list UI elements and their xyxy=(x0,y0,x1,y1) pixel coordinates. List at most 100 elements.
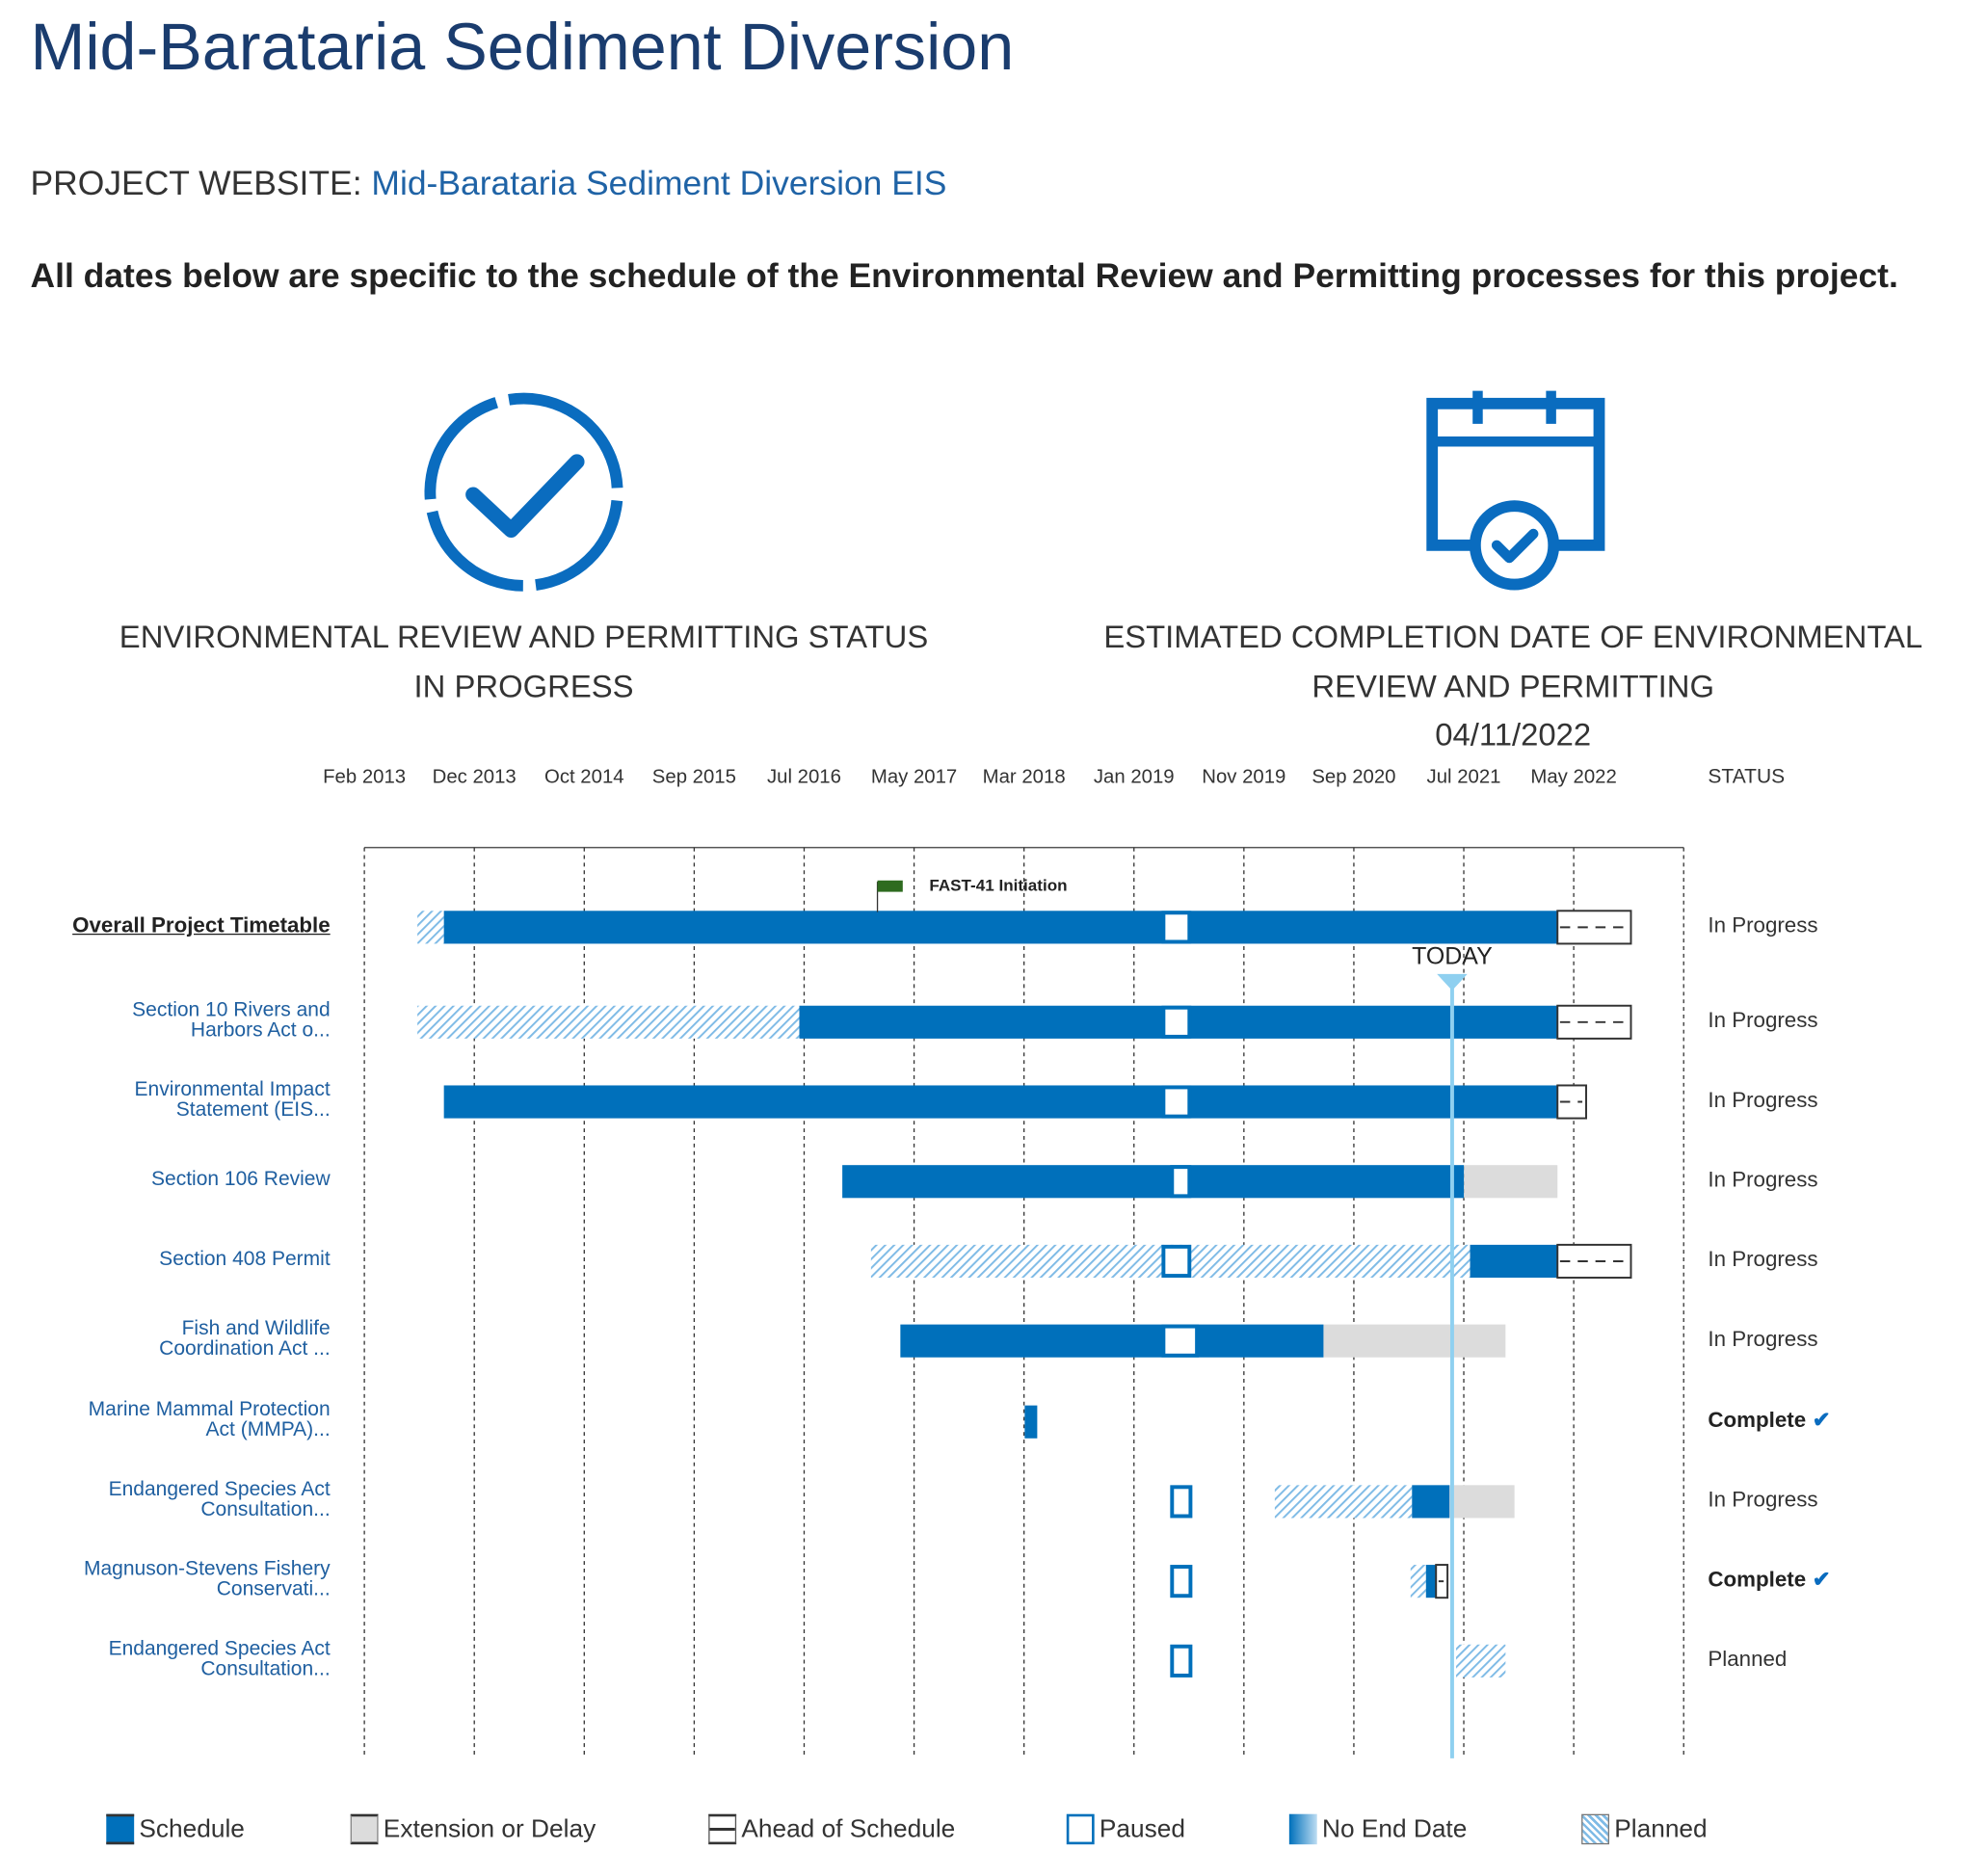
row-label-line: Act (MMPA)... xyxy=(205,1419,331,1441)
ahead-segment[interactable] xyxy=(1556,1084,1587,1120)
status-value: In Progress xyxy=(1708,1008,1818,1033)
row-label[interactable]: Endangered Species Act Consultation... xyxy=(108,1638,331,1680)
calendar-check-icon xyxy=(1426,390,1605,591)
row-label-line: Endangered Species Act xyxy=(108,1638,331,1660)
planned-segment[interactable] xyxy=(1456,1644,1506,1678)
schedule-segment[interactable] xyxy=(443,911,1558,944)
paused-segment[interactable] xyxy=(1170,1644,1193,1678)
legend-item-schedule: Schedule xyxy=(106,1813,245,1845)
status-text: Complete ✔ xyxy=(1708,1408,1830,1433)
schedule-swatch xyxy=(106,1813,135,1845)
planned-segment[interactable] xyxy=(1410,1565,1426,1599)
ahead-segment[interactable] xyxy=(1556,1004,1632,1040)
extension-segment[interactable] xyxy=(1449,1485,1515,1519)
planned-segment[interactable] xyxy=(417,911,444,944)
row-label[interactable]: Environmental Impact Statement (EIS... xyxy=(135,1080,331,1121)
legend-label: Planned xyxy=(1614,1814,1708,1843)
row-label[interactable]: Fish and Wildlife Coordination Act ... xyxy=(159,1319,330,1360)
row-label[interactable]: Section 106 Review xyxy=(151,1170,331,1190)
legend-item-noend: No End Date xyxy=(1288,1813,1468,1845)
project-website-link[interactable]: Mid-Barataria Sediment Diversion EIS xyxy=(371,165,946,202)
row-label-line: Harbors Act o... xyxy=(190,1019,331,1042)
row-label[interactable]: Endangered Species Act Consultation... xyxy=(108,1478,331,1521)
legend-label: Extension or Delay xyxy=(383,1814,596,1843)
schedule-segment[interactable] xyxy=(900,1324,1324,1358)
legend-label: Paused xyxy=(1099,1814,1185,1843)
schedule-segment[interactable] xyxy=(1470,1244,1558,1279)
row-label-line: Coordination Act ... xyxy=(159,1338,331,1361)
status-value: In Progress xyxy=(1708,1247,1818,1272)
paused-segment[interactable] xyxy=(1161,1005,1192,1039)
row-label-line: Section 408 Permit xyxy=(159,1248,331,1271)
website-label: PROJECT WEBSITE: xyxy=(30,164,362,203)
today-marker-icon xyxy=(1437,973,1468,991)
status-text: Complete ✔ xyxy=(1708,1568,1830,1593)
paused-swatch xyxy=(1066,1813,1095,1845)
paused-segment[interactable] xyxy=(1170,1485,1193,1519)
paused-segment[interactable] xyxy=(1161,1324,1200,1358)
status-text: In Progress xyxy=(1708,1168,1817,1193)
row-label-line: Statement (EIS... xyxy=(175,1098,331,1122)
row-label-line: Endangered Species Act xyxy=(108,1478,331,1501)
check-icon: ✔ xyxy=(1812,1408,1831,1433)
page-title: Mid-Barataria Sediment Diversion xyxy=(30,11,1015,85)
overall-timetable-link[interactable]: Overall Project Timetable xyxy=(72,912,331,938)
today-label: TODAY xyxy=(1412,943,1493,970)
ahead-segment[interactable] xyxy=(1435,1564,1449,1599)
row-label-line: Conservati... xyxy=(216,1578,331,1600)
row-label[interactable]: Section 408 Permit xyxy=(159,1248,331,1271)
status-heading: ENVIRONMENTAL REVIEW AND PERMITTING STAT… xyxy=(119,620,929,656)
status-text: Planned xyxy=(1708,1647,1787,1672)
row-label-line: Overall Project Timetable xyxy=(72,912,331,938)
status-text: In Progress xyxy=(1708,1008,1817,1033)
status-value: In Progress xyxy=(1708,912,1818,938)
row-label-line: Environmental Impact xyxy=(134,1078,331,1101)
row-label[interactable]: Section 10 Rivers and Harbors Act o... xyxy=(132,1000,331,1042)
paused-segment[interactable] xyxy=(1161,1244,1192,1279)
status-value: In Progress xyxy=(1708,1167,1818,1192)
schedule-segment[interactable] xyxy=(443,1085,1558,1119)
status-text: In Progress xyxy=(1708,1488,1817,1513)
flag-icon xyxy=(877,880,903,892)
status-value: In Progress xyxy=(1708,1088,1818,1113)
planned-segment[interactable] xyxy=(417,1005,800,1039)
completion-date: 04/11/2022 xyxy=(1435,717,1592,753)
schedule-segment[interactable] xyxy=(842,1165,1465,1199)
row-label[interactable]: Magnuson-Stevens Fishery Conservati... xyxy=(83,1558,331,1600)
status-value: IN PROGRESS xyxy=(413,669,634,705)
legend-item-extension: Extension or Delay xyxy=(350,1813,596,1845)
legend-label: No End Date xyxy=(1321,1814,1468,1843)
legend-item-ahead: Ahead of Schedule xyxy=(708,1813,955,1845)
row-label-line: Consultation... xyxy=(200,1498,331,1521)
row-label[interactable]: Marine Mammal Protection Act (MMPA)... xyxy=(89,1400,331,1440)
status-text: In Progress xyxy=(1708,1327,1817,1352)
schedule-segment[interactable] xyxy=(1425,1565,1437,1599)
status-text: In Progress xyxy=(1708,1088,1817,1113)
schedule-segment[interactable] xyxy=(1024,1405,1038,1439)
check-icon: ✔ xyxy=(1812,1567,1831,1592)
paused-segment[interactable] xyxy=(1170,1565,1193,1599)
row-label-line: Consultation... xyxy=(200,1658,331,1680)
paused-segment[interactable] xyxy=(1170,1165,1192,1199)
ahead-segment[interactable] xyxy=(1556,1243,1632,1280)
paused-segment[interactable] xyxy=(1161,1085,1192,1119)
paused-segment[interactable] xyxy=(1161,911,1192,944)
row-label-line: Magnuson-Stevens Fishery xyxy=(83,1558,331,1580)
milestone-label: FAST-41 Initiation xyxy=(929,875,1068,895)
schedule-segment[interactable] xyxy=(1412,1485,1450,1519)
extension-swatch xyxy=(350,1813,379,1845)
status-text: In Progress xyxy=(1708,1248,1817,1273)
completion-heading-line1: ESTIMATED COMPLETION DATE OF ENVIRONMENT… xyxy=(1103,620,1923,656)
status-value: Complete xyxy=(1708,1567,1807,1592)
status-value: Complete xyxy=(1708,1408,1807,1433)
status-text: In Progress xyxy=(1708,913,1817,938)
project-website: PROJECT WEBSITE: Mid-Barataria Sediment … xyxy=(31,165,947,204)
legend-label: Schedule xyxy=(139,1814,245,1843)
extension-segment[interactable] xyxy=(1323,1324,1506,1358)
planned-segment[interactable] xyxy=(1274,1485,1413,1519)
completion-heading-line2: REVIEW AND PERMITTING xyxy=(1312,669,1715,705)
extension-segment[interactable] xyxy=(1464,1165,1558,1199)
status-value: Planned xyxy=(1708,1647,1788,1672)
status-value: In Progress xyxy=(1708,1487,1818,1512)
ahead-segment[interactable] xyxy=(1556,910,1632,945)
